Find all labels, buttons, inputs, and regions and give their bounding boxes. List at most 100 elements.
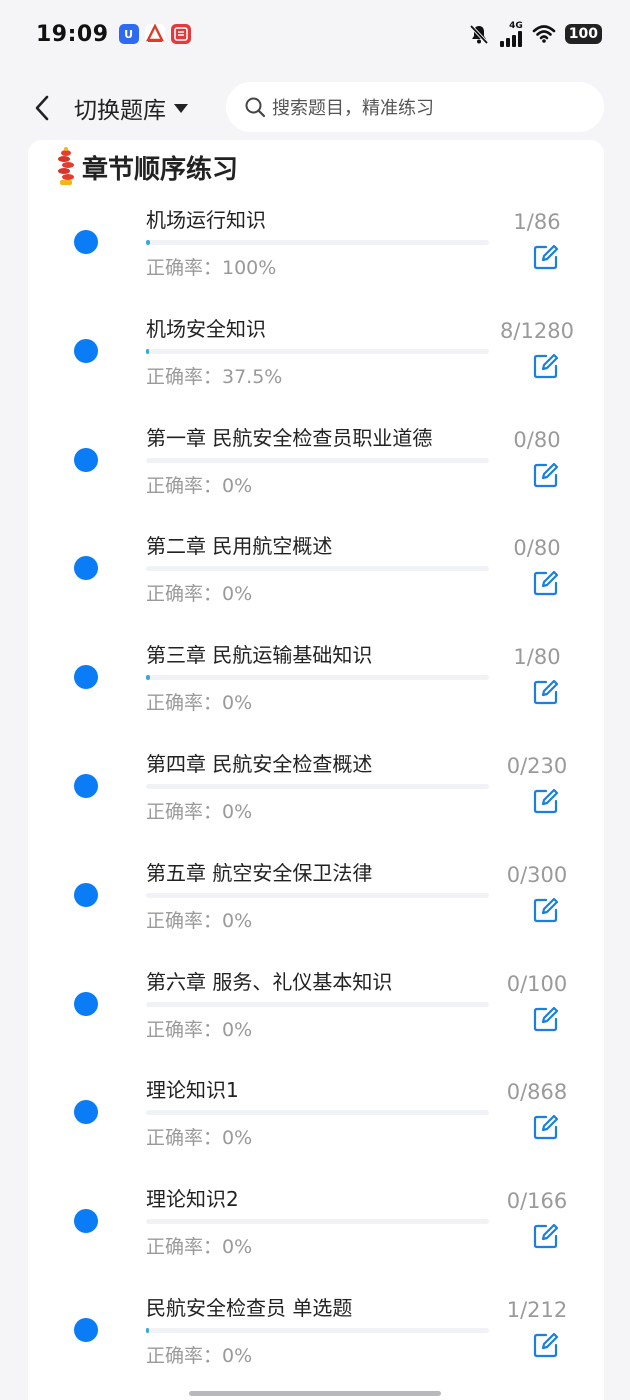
practice-edit-button[interactable] — [532, 461, 560, 489]
chapter-accuracy: 正确率：37.5% — [146, 366, 283, 388]
chapter-question-count: 0/230 — [506, 754, 568, 778]
edit-icon — [533, 1332, 559, 1358]
chapter-progress-bar — [146, 349, 489, 354]
search-input[interactable]: 搜索题目，精准练习 — [226, 82, 604, 132]
chapter-progress-bar — [146, 1328, 489, 1333]
chapter-question-count: 0/300 — [506, 863, 568, 887]
chapter-accuracy: 正确率：0% — [146, 1019, 253, 1041]
practice-edit-button[interactable] — [532, 896, 560, 924]
cellular-signal: 4G — [499, 20, 523, 47]
chapter-progress-fill — [146, 675, 150, 680]
chapter-title: 理论知识1 — [146, 1078, 239, 1102]
chapter-row[interactable]: 第四章 民航安全检查概述 正确率：0% 0/230 — [28, 740, 604, 848]
chapter-title: 第五章 航空安全保卫法律 — [146, 861, 373, 885]
section-header: 章节顺序练习 — [54, 146, 238, 188]
chapter-progress-fill — [146, 1328, 149, 1333]
chapter-row[interactable]: 第二章 民用航空概述 正确率：0% 0/80 — [28, 522, 604, 630]
chapter-bullet — [74, 665, 98, 689]
practice-edit-button[interactable] — [532, 1222, 560, 1250]
chapter-bullet — [74, 339, 98, 363]
practice-edit-button[interactable] — [532, 1005, 560, 1033]
chapter-progress-fill — [146, 349, 149, 354]
chapter-progress-bar — [146, 1110, 489, 1115]
chapter-question-count: 1/212 — [506, 1298, 568, 1322]
chapter-row[interactable]: 机场安全知识 正确率：37.5% 8/1280 — [28, 305, 604, 413]
chapter-practice-card: 章节顺序练习 机场运行知识 正确率：100% 1/86 机场安全知识 正确率：37.5%… — [28, 140, 604, 1400]
chapter-progress-fill — [146, 240, 150, 245]
notification-app-icons: U — [118, 24, 191, 44]
chapter-accuracy: 正确率：0% — [146, 1236, 253, 1258]
home-indicator[interactable] — [189, 1391, 441, 1396]
search-icon — [245, 97, 266, 118]
chapter-row[interactable]: 第五章 航空安全保卫法律 正确率：0% 0/300 — [28, 849, 604, 957]
edit-icon — [533, 1006, 559, 1032]
chapter-bullet — [74, 230, 98, 254]
chapter-question-count: 0/868 — [506, 1080, 568, 1104]
practice-edit-button[interactable] — [532, 1331, 560, 1359]
network-type: 4G — [509, 20, 523, 31]
chapter-progress-bar — [146, 675, 489, 680]
chapter-title: 第四章 民航安全检查概述 — [146, 752, 373, 776]
wifi-icon — [532, 25, 556, 43]
chapter-accuracy: 正确率：0% — [146, 583, 253, 605]
chapter-question-count: 1/80 — [513, 645, 561, 669]
edit-icon — [533, 244, 559, 270]
bell-off-icon — [469, 24, 489, 45]
practice-edit-button[interactable] — [532, 1113, 560, 1141]
practice-edit-button[interactable] — [532, 787, 560, 815]
chapter-row[interactable]: 理论知识2 正确率：0% 0/166 — [28, 1175, 604, 1283]
chapter-bullet — [74, 883, 98, 907]
chapter-bullet — [74, 992, 98, 1016]
chapter-title: 第二章 民用航空概述 — [146, 534, 333, 558]
signal-icon — [499, 30, 522, 47]
edit-icon — [533, 1223, 559, 1249]
practice-edit-button[interactable] — [532, 569, 560, 597]
chapter-accuracy: 正确率：0% — [146, 475, 253, 497]
chapter-bullet — [74, 1209, 98, 1233]
chapter-row[interactable]: 机场运行知识 正确率：100% 1/86 — [28, 196, 604, 304]
edit-icon — [533, 462, 559, 488]
chapter-bullet — [74, 1100, 98, 1124]
switch-question-bank-label: 切换题库 — [74, 98, 166, 124]
chapter-progress-bar — [146, 1219, 489, 1224]
chapter-accuracy: 正确率：0% — [146, 801, 253, 823]
firecracker-icon — [58, 147, 74, 185]
chapter-row[interactable]: 理论知识1 正确率：0% 0/868 — [28, 1066, 604, 1174]
chapter-title: 第六章 服务、礼仪基本知识 — [146, 970, 393, 994]
chapter-title: 机场安全知识 — [146, 317, 266, 341]
switch-question-bank-dropdown[interactable]: 切换题库 — [74, 91, 188, 125]
chapter-question-count: 0/80 — [513, 428, 561, 452]
chapter-question-count: 0/166 — [506, 1189, 568, 1213]
chapter-title: 机场运行知识 — [146, 208, 266, 232]
chevron-left-icon — [35, 95, 49, 121]
chapter-question-count: 1/86 — [513, 210, 561, 234]
app-notification-icon — [144, 24, 165, 44]
chapter-accuracy: 正确率：0% — [146, 692, 253, 714]
status-bar: 19:09 U 4G 100 — [0, 0, 630, 68]
chapter-title: 民航安全检查员 单选题 — [146, 1296, 353, 1320]
chapter-progress-bar — [146, 566, 489, 571]
chapter-question-count: 8/1280 — [500, 319, 574, 343]
practice-edit-button[interactable] — [532, 352, 560, 380]
app-notification-icon — [170, 24, 191, 44]
practice-edit-button[interactable] — [532, 243, 560, 271]
search-placeholder: 搜索题目，精准练习 — [272, 98, 434, 119]
practice-edit-button[interactable] — [532, 678, 560, 706]
section-title: 章节顺序练习 — [82, 154, 239, 185]
edit-icon — [533, 1114, 559, 1140]
status-time: 19:09 — [36, 21, 109, 47]
edit-icon — [533, 353, 559, 379]
chapter-progress-bar — [146, 784, 489, 789]
chapter-bullet — [74, 556, 98, 580]
chapter-bullet — [74, 774, 98, 798]
back-button[interactable] — [22, 88, 62, 128]
chapter-accuracy: 正确率：0% — [146, 1345, 253, 1367]
chapter-row[interactable]: 民航安全检查员 单选题 正确率：0% 1/212 — [28, 1284, 604, 1392]
app-notification-icon: U — [118, 24, 139, 44]
edit-icon — [533, 679, 559, 705]
chapter-row[interactable]: 第三章 民航运输基础知识 正确率：0% 1/80 — [28, 631, 604, 739]
chapter-accuracy: 正确率：100% — [146, 257, 277, 279]
chapter-row[interactable]: 第六章 服务、礼仪基本知识 正确率：0% 0/100 — [28, 958, 604, 1066]
chapter-row[interactable]: 第一章 民航安全检查员职业道德 正确率：0% 0/80 — [28, 414, 604, 522]
chapter-bullet — [74, 1318, 98, 1342]
